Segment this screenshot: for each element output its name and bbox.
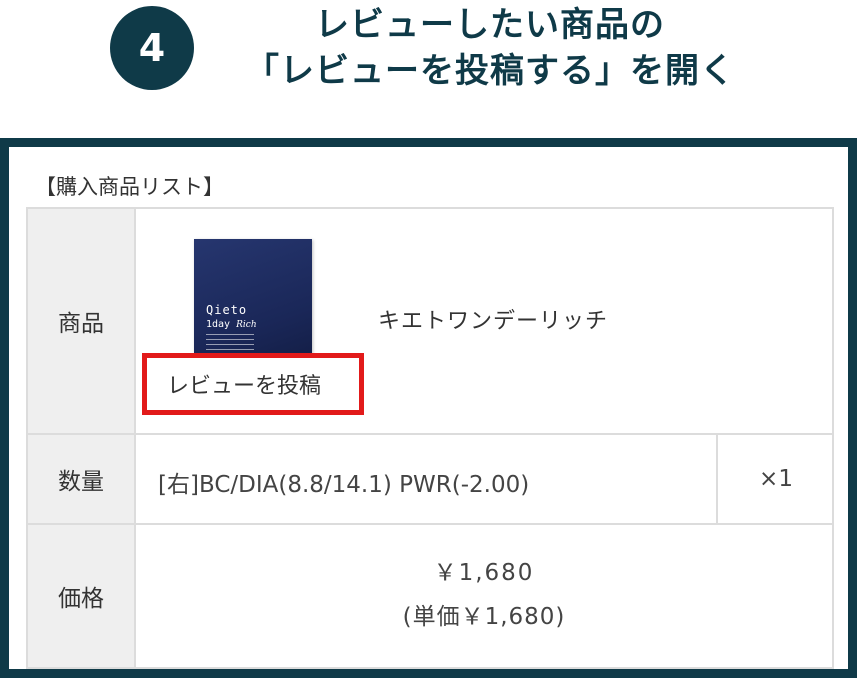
step-header: 4 レビューしたい商品の 「レビューを投稿する」を開く bbox=[0, 0, 857, 130]
unit-price-value: (単価￥1,680) bbox=[402, 604, 566, 630]
product-header-cell: 商品 bbox=[28, 209, 136, 433]
step-title-line1: レビューしたい商品の bbox=[315, 5, 665, 45]
product-image[interactable]: Qieto 1day Rich bbox=[194, 239, 312, 355]
table-row-price: 価格 ￥1,680 (単価￥1,680) bbox=[28, 525, 832, 667]
step-title-line2: 「レビューを投稿する」を開く bbox=[245, 51, 735, 91]
table-row-product: 商品 Qieto 1day Rich キエトワンデーリッチ レビューを投稿 bbox=[28, 209, 832, 435]
package-sub-main: 1day bbox=[206, 319, 231, 330]
package-sub-text: 1day Rich bbox=[206, 319, 257, 330]
purchase-list-title: 【購入商品リスト】 bbox=[35, 175, 224, 199]
price-area: ￥1,680 (単価￥1,680) bbox=[136, 525, 832, 667]
purchase-table: 商品 Qieto 1day Rich キエトワンデーリッチ レビューを投稿 数量… bbox=[26, 207, 834, 669]
step-title: レビューしたい商品の 「レビューを投稿する」を開く bbox=[210, 2, 770, 94]
price-header-cell: 価格 bbox=[28, 525, 136, 667]
table-row-quantity: 数量 [右]BC/DIA(8.8/14.1) PWR(-2.00) ×1 bbox=[28, 435, 832, 525]
package-feature-lines bbox=[206, 334, 266, 354]
step-number-badge: 4 bbox=[110, 6, 194, 90]
variant-text: [右]BC/DIA(8.8/14.1) PWR(-2.00) bbox=[158, 472, 530, 498]
purchase-list-frame: 【購入商品リスト】 商品 Qieto 1day Rich キエトワンデーリッチ … bbox=[0, 138, 857, 678]
price-value: ￥1,680 bbox=[433, 560, 535, 586]
package-sub-italic: Rich bbox=[236, 320, 257, 330]
product-name-link[interactable]: キエトワンデーリッチ bbox=[378, 303, 608, 335]
package-brand-text: Qieto bbox=[206, 303, 248, 317]
quantity-header-cell: 数量 bbox=[28, 435, 136, 523]
post-review-button[interactable]: レビューを投稿 bbox=[142, 353, 364, 415]
quantity-value: ×1 bbox=[716, 435, 834, 523]
